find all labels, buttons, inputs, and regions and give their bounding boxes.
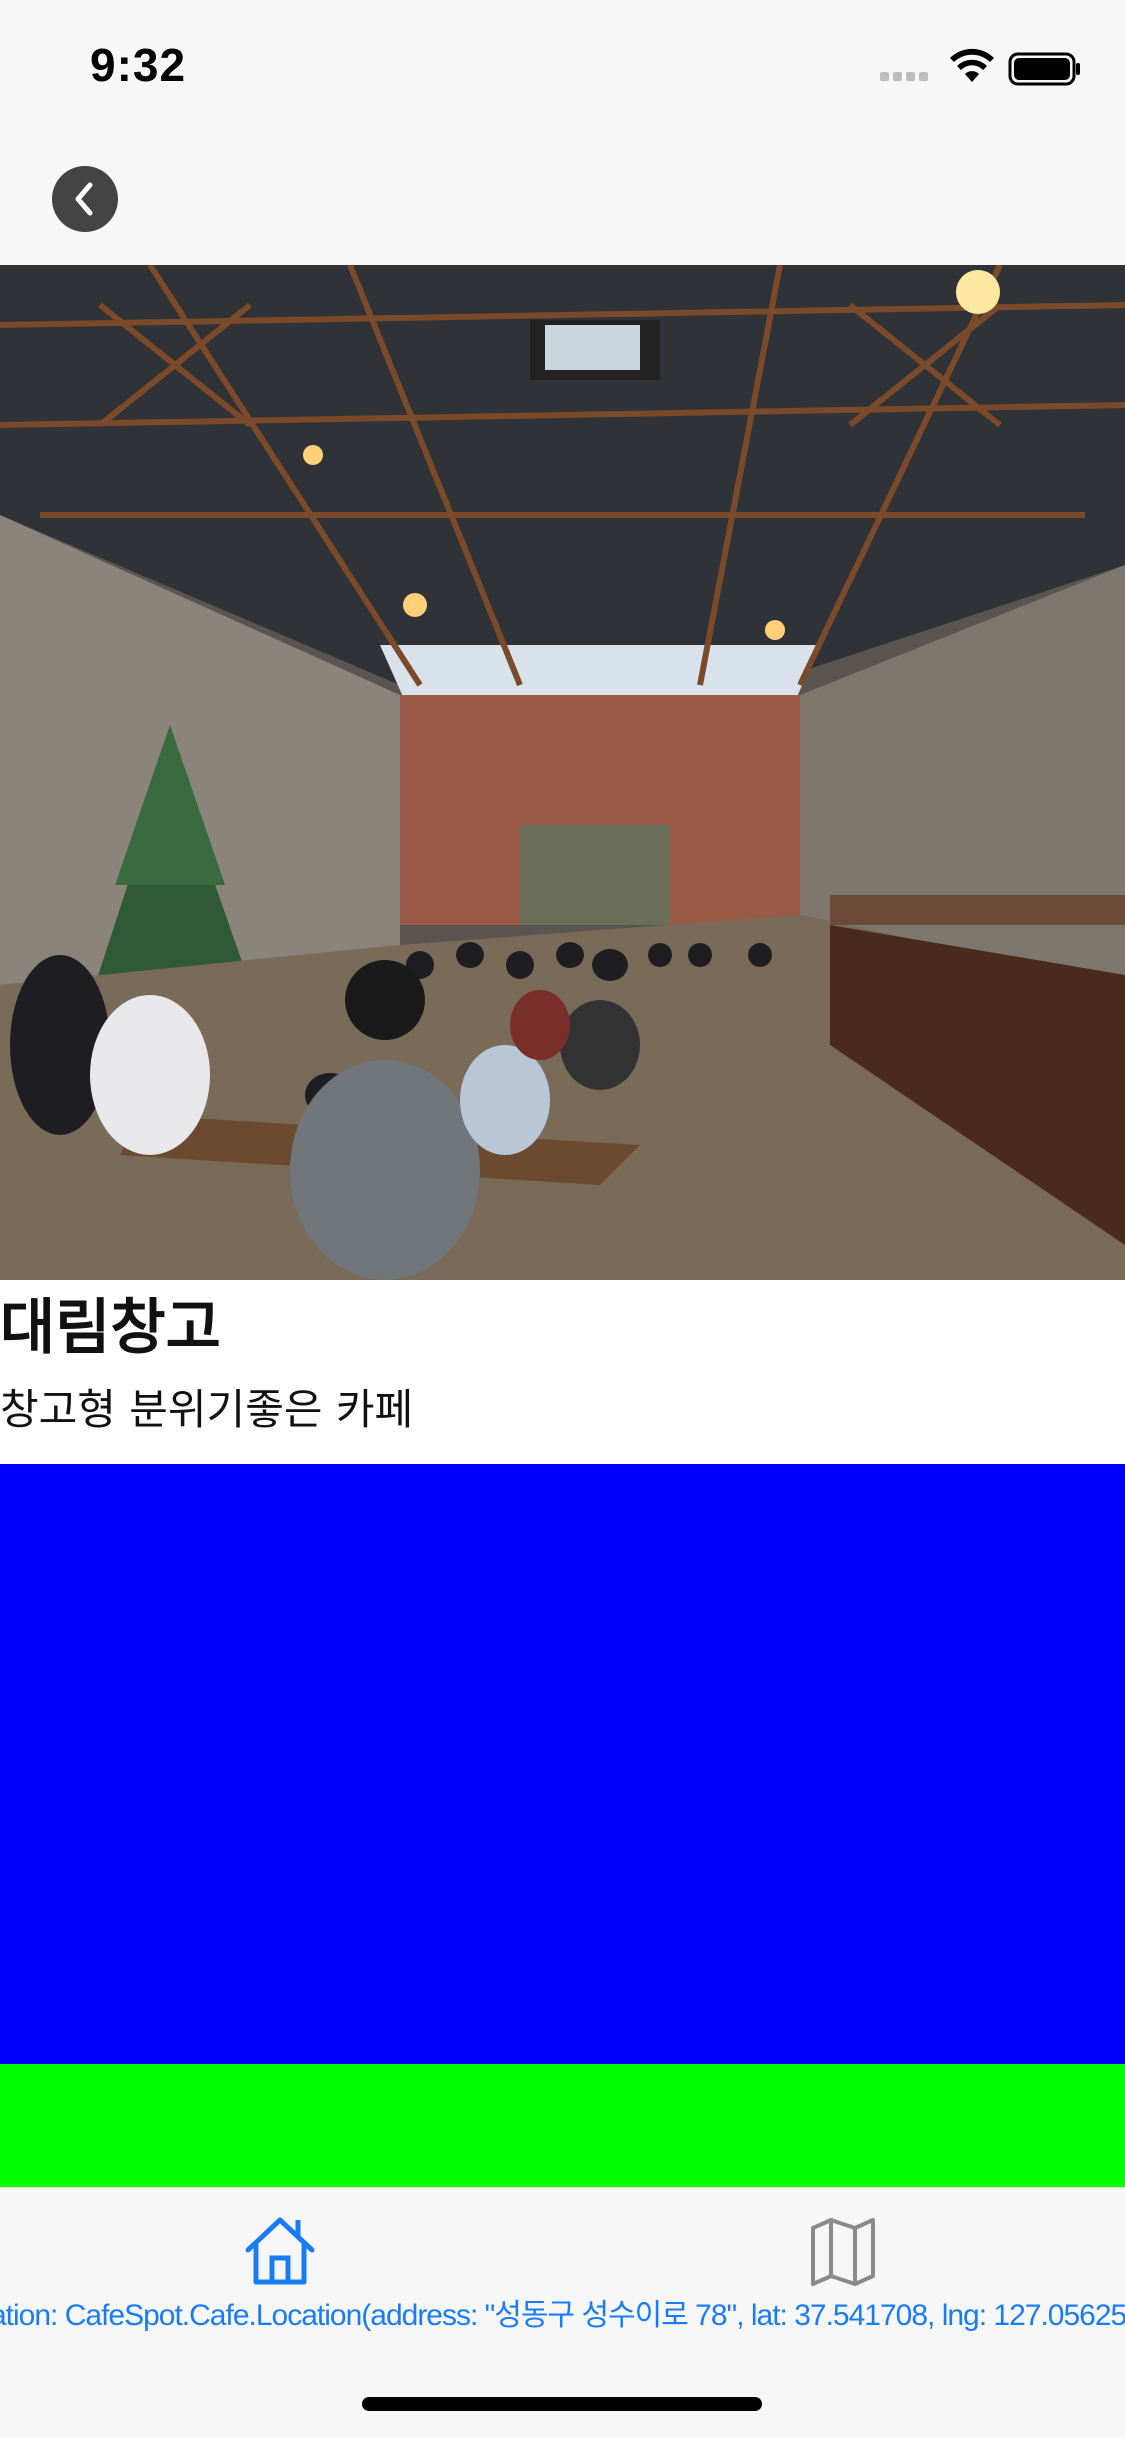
cafe-photo [0,265,1125,1280]
back-button[interactable] [52,166,118,232]
wifi-icon [950,48,994,82]
tab-map[interactable] [803,2210,883,2290]
chevron-left-icon [75,182,93,216]
status-time: 9:32 [90,39,187,91]
battery-icon [1008,52,1080,86]
tab-home[interactable] [240,2210,320,2290]
cafe-description: 창고형 분위기좋은 카페 [0,1385,414,1434]
blue-placeholder-panel [0,1464,1125,2064]
cellular-signal-icon [880,72,934,84]
cafe-name: 대림창고 [0,1293,221,1363]
home-indicator[interactable] [362,2397,762,2411]
tab-selected-label: ation: CafeSpot.Cafe.Location(address: "… [0,2299,1125,2332]
green-placeholder-panel [0,2064,1125,2187]
house-icon [245,2217,315,2285]
map-icon [811,2218,875,2286]
status-bar: 9:32 [0,0,1125,135]
